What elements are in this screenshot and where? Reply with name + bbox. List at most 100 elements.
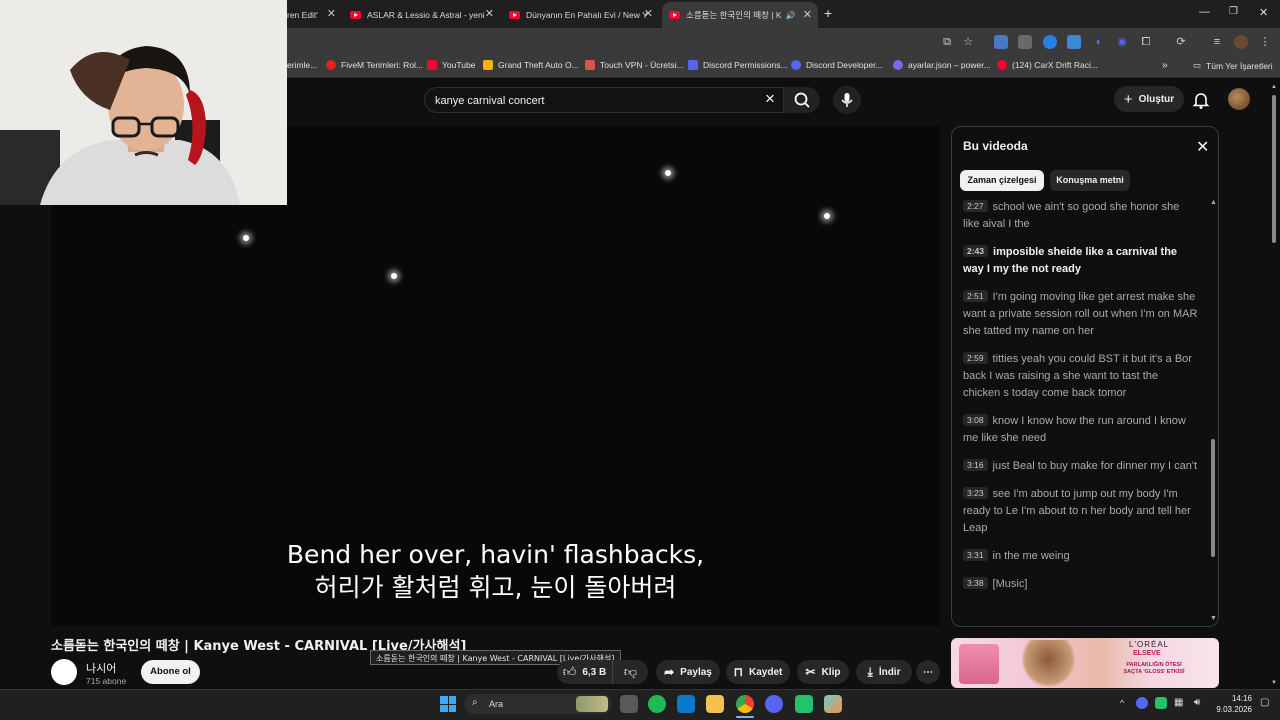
more-actions-button[interactable]: ⋯ bbox=[916, 660, 940, 684]
bookmark-item[interactable]: FiveM Terimleri: Rol... bbox=[326, 60, 423, 70]
close-tab-icon[interactable]: ✕ bbox=[485, 7, 494, 20]
taskbar-search[interactable]: ⌕ Ara bbox=[464, 694, 612, 714]
transcript-list[interactable]: 2:27 school we ain't so good she honor sh… bbox=[952, 199, 1208, 619]
task-view-icon[interactable] bbox=[620, 695, 638, 713]
reading-list-icon[interactable]: ≡ bbox=[1210, 35, 1224, 49]
close-tab-icon[interactable]: ✕ bbox=[644, 7, 653, 20]
search-button[interactable] bbox=[784, 87, 820, 113]
bookmark-star-icon[interactable]: ☆ bbox=[961, 35, 975, 49]
transcript-segment[interactable]: 3:38 [Music] bbox=[952, 576, 1208, 593]
close-tab-icon[interactable]: ✕ bbox=[327, 7, 336, 20]
transcript-segment[interactable]: 3:23 see I'm about to jump out my body I'… bbox=[952, 486, 1208, 537]
extension-icon[interactable] bbox=[1043, 35, 1057, 49]
clock-time[interactable]: 14:16 bbox=[1216, 694, 1252, 703]
subscribe-button[interactable]: Abone ol bbox=[141, 660, 200, 684]
discord-tray-icon[interactable] bbox=[1136, 697, 1148, 709]
tray-overflow-icon[interactable]: ^ bbox=[1120, 698, 1124, 708]
clip-button[interactable]: ✂ Klip bbox=[797, 660, 849, 684]
transcript-segment[interactable]: 2:59 titties yeah you could BST it but it… bbox=[952, 351, 1208, 402]
bookmarks-overflow-button[interactable]: » bbox=[1162, 60, 1168, 71]
notifications-button[interactable] bbox=[1190, 89, 1212, 111]
transcript-segment[interactable]: 3:16 just Beal to buy make for dinner my … bbox=[952, 458, 1208, 475]
scroll-up-arrow-icon[interactable]: ▲ bbox=[1271, 84, 1277, 90]
bookmark-item[interactable]: erimle... bbox=[287, 60, 317, 70]
panel-scrollbar-thumb[interactable] bbox=[1211, 439, 1215, 557]
app-icon[interactable] bbox=[824, 695, 842, 713]
tray-app-icon[interactable] bbox=[1155, 697, 1167, 709]
maximize-button[interactable]: ❐ bbox=[1229, 6, 1238, 17]
download-button[interactable]: ⤓ İndir bbox=[856, 660, 912, 684]
transcript-segment[interactable]: 2:51 I'm going moving like get arrest mak… bbox=[952, 289, 1208, 340]
dislike-button[interactable]: 👎︎ bbox=[612, 660, 648, 684]
bookmark-item[interactable]: YouTube bbox=[427, 60, 475, 70]
network-icon[interactable]: ▦ bbox=[1174, 697, 1183, 708]
all-bookmarks-button[interactable]: ▭ Tüm Yer İşaretleri bbox=[1193, 60, 1273, 71]
start-button[interactable] bbox=[440, 696, 456, 712]
extension-icon[interactable]: ◉ bbox=[1115, 35, 1129, 49]
close-tab-icon[interactable]: ✕ bbox=[803, 8, 812, 21]
new-tab-button[interactable]: + bbox=[824, 5, 832, 21]
like-button[interactable]: 👍︎ 6,3 B bbox=[557, 660, 612, 684]
browser-tab[interactable]: Dünyanın En Pahalı Evi / New Y ✕ bbox=[507, 4, 659, 26]
account-avatar[interactable] bbox=[1228, 88, 1250, 110]
page-scrollbar-thumb[interactable] bbox=[1272, 95, 1276, 243]
channel-avatar[interactable] bbox=[51, 659, 77, 685]
sponsored-ad[interactable]: L'ORÉAL ELSEVE PARLAKLIĞIN ÖTESİ SAÇTA '… bbox=[951, 638, 1219, 688]
extension-icon[interactable] bbox=[1018, 35, 1032, 49]
create-button[interactable]: + Oluştur bbox=[1114, 86, 1184, 112]
menu-dots-icon[interactable]: ⋮ bbox=[1258, 35, 1272, 49]
channel-name[interactable]: 나시어 bbox=[86, 660, 116, 676]
chrome-icon[interactable] bbox=[736, 695, 754, 713]
extension-icon[interactable] bbox=[994, 35, 1008, 49]
extension-icon[interactable]: ◖ bbox=[1091, 35, 1105, 49]
scroll-down-arrow-icon[interactable]: ▼ bbox=[1210, 615, 1217, 622]
clear-search-icon[interactable]: × bbox=[760, 89, 780, 109]
transcript-segment[interactable]: 3:31 in the me weing bbox=[952, 548, 1208, 565]
close-window-button[interactable]: ✕ bbox=[1259, 6, 1268, 19]
browser-tab[interactable]: ASLAR & Lessio & Astral - yeni ✕ bbox=[348, 4, 500, 26]
tab-transcript[interactable]: Konuşma metni bbox=[1050, 170, 1130, 191]
install-app-icon[interactable]: ⧉ bbox=[940, 35, 954, 49]
segment-timestamp[interactable]: 2:27 bbox=[963, 200, 988, 212]
notification-center-icon[interactable]: ▢ bbox=[1260, 697, 1269, 708]
segment-timestamp[interactable]: 2:59 bbox=[963, 352, 988, 364]
bookmark-item[interactable]: Discord Developer... bbox=[791, 60, 883, 70]
scroll-down-arrow-icon[interactable]: ▼ bbox=[1271, 680, 1277, 686]
bookmark-item[interactable]: Grand Theft Auto O... bbox=[483, 60, 579, 70]
voice-search-button[interactable] bbox=[833, 86, 861, 114]
segment-timestamp[interactable]: 2:43 bbox=[963, 245, 989, 257]
segment-timestamp[interactable]: 3:31 bbox=[963, 549, 988, 561]
segment-timestamp[interactable]: 3:16 bbox=[963, 459, 988, 471]
segment-timestamp[interactable]: 3:38 bbox=[963, 577, 988, 589]
search-input[interactable] bbox=[435, 93, 755, 109]
search-box[interactable] bbox=[424, 87, 784, 113]
clock-date[interactable]: 9.03.2026 bbox=[1212, 705, 1252, 714]
spotify-icon[interactable] bbox=[648, 695, 666, 713]
transcript-segment[interactable]: 3:08 know I know how the run around I kno… bbox=[952, 413, 1208, 447]
extensions-puzzle-icon[interactable]: ⧠ bbox=[1139, 35, 1153, 49]
browser-tab-active[interactable]: 소름돋는 한국인의 떼창 | K 🔊 ✕ bbox=[662, 2, 818, 28]
volume-icon[interactable]: 🔊︎ bbox=[1194, 697, 1200, 708]
extension-icon[interactable] bbox=[1067, 35, 1081, 49]
transcript-segment[interactable]: 2:27 school we ain't so good she honor sh… bbox=[952, 199, 1208, 233]
file-explorer-icon[interactable] bbox=[706, 695, 724, 713]
bookmark-item[interactable]: Touch VPN - Ücretsi... bbox=[585, 60, 684, 70]
bookmark-item[interactable]: ayarlar.json – power... bbox=[893, 60, 991, 70]
profile-avatar-icon[interactable] bbox=[1234, 35, 1248, 49]
tab-timeline[interactable]: Zaman çizelgesi bbox=[960, 170, 1044, 191]
scroll-up-arrow-icon[interactable]: ▲ bbox=[1210, 199, 1217, 206]
profile-sync-icon[interactable]: ⟳ bbox=[1174, 35, 1188, 49]
save-button[interactable]: ⊓ Kaydet bbox=[726, 660, 790, 684]
share-button[interactable]: ➦ Paylaş bbox=[656, 660, 720, 684]
segment-timestamp[interactable]: 2:51 bbox=[963, 290, 988, 302]
close-panel-icon[interactable]: ✕ bbox=[1196, 137, 1209, 157]
vscode-icon[interactable] bbox=[677, 695, 695, 713]
segment-timestamp[interactable]: 3:23 bbox=[963, 487, 988, 499]
audio-playing-icon[interactable]: 🔊 bbox=[786, 11, 796, 20]
browser-tab[interactable]: ren Edit' ✕ bbox=[287, 4, 342, 26]
minimize-button[interactable]: — bbox=[1199, 6, 1210, 18]
discord-icon[interactable] bbox=[765, 695, 783, 713]
transcript-segment-active[interactable]: 2:43 imposible sheide like a carnival the… bbox=[952, 244, 1208, 278]
bookmark-item[interactable]: Discord Permissions... bbox=[688, 60, 788, 70]
app-icon[interactable] bbox=[795, 695, 813, 713]
